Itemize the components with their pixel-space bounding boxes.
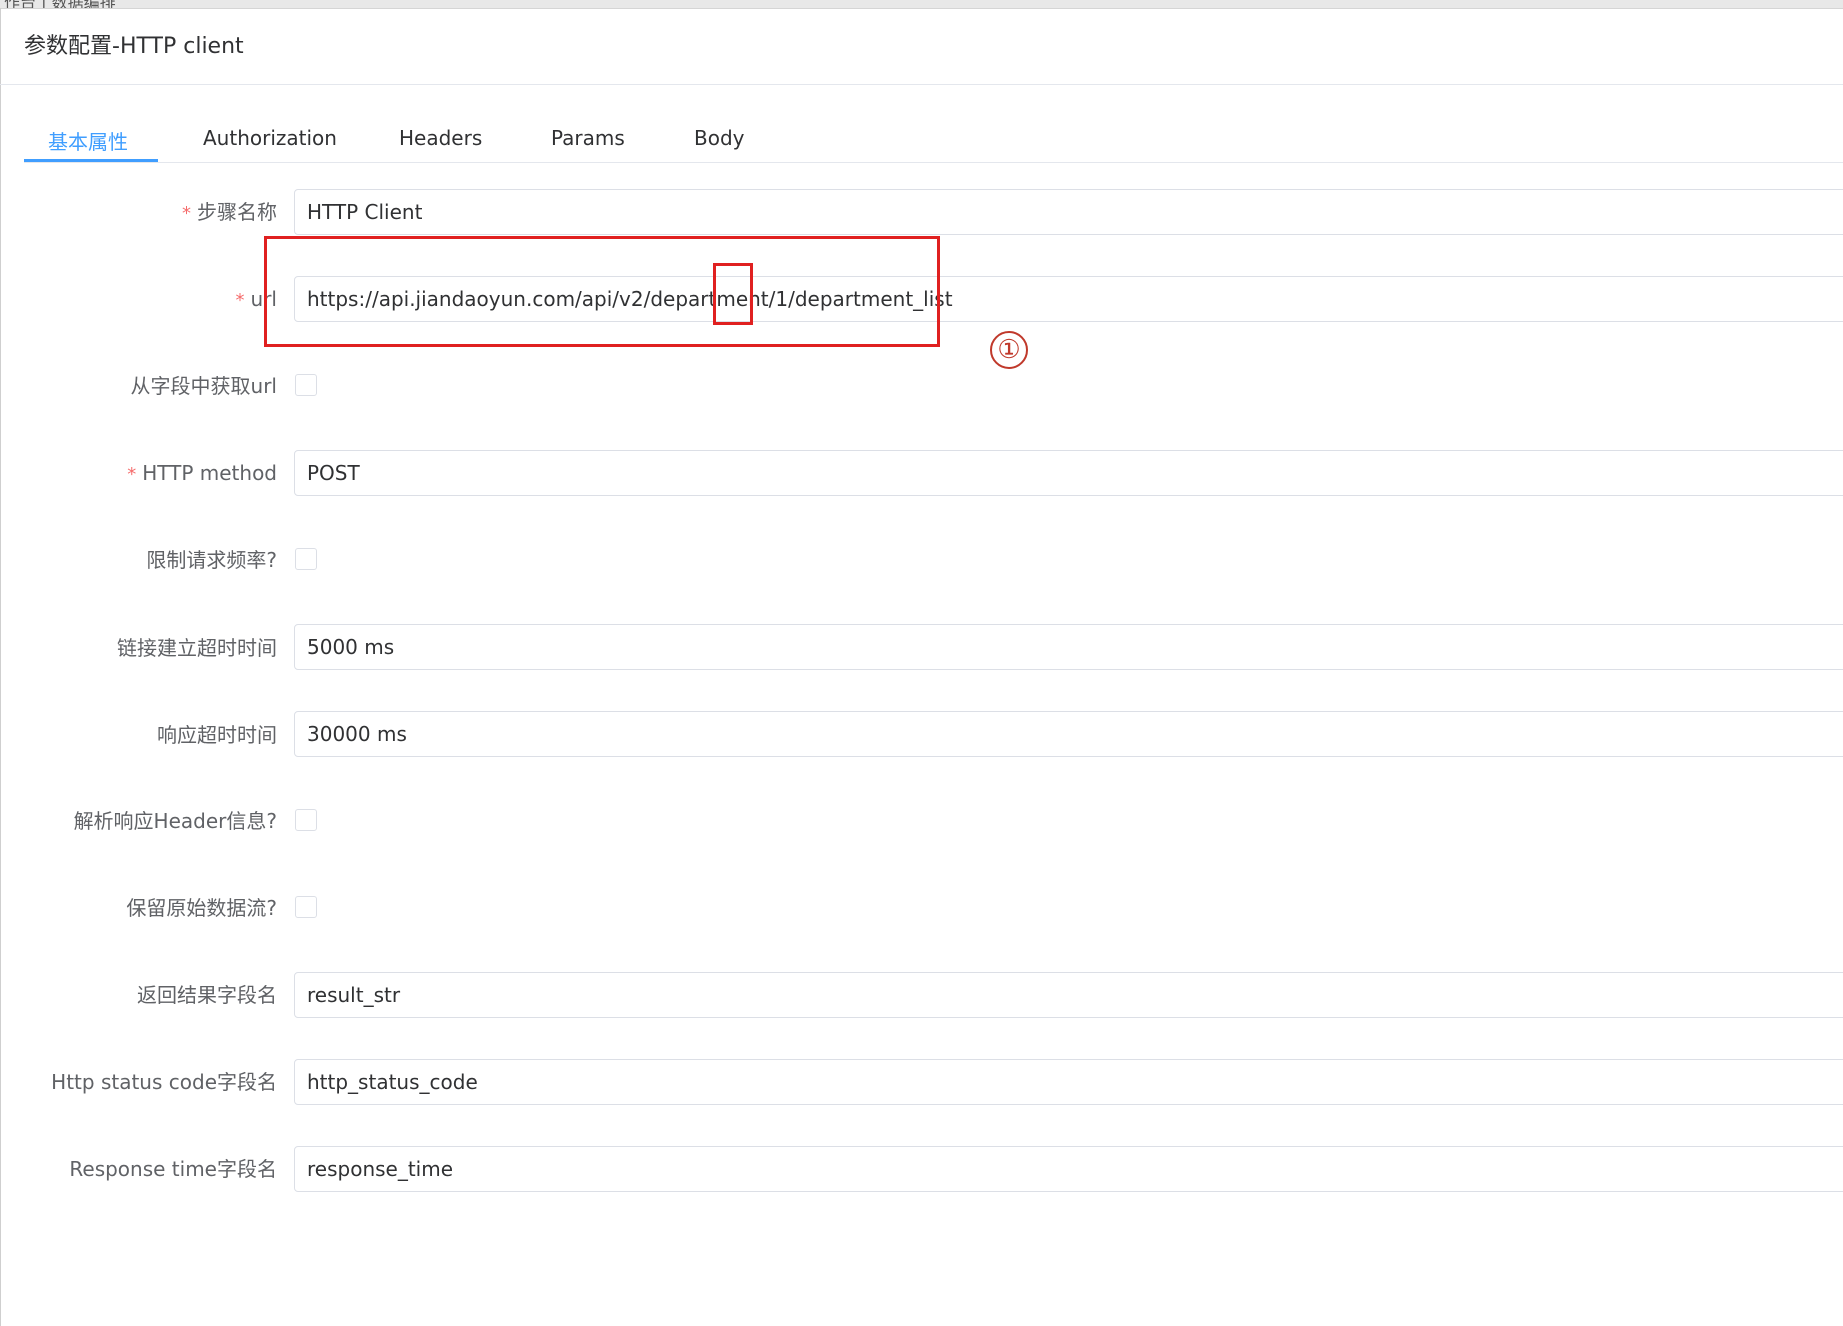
step-name-label: * 步骤名称	[182, 200, 277, 224]
url-highlight-box	[264, 236, 940, 347]
http-method-select[interactable]: POST	[294, 450, 1843, 496]
tab-basic-properties[interactable]: 基本属性	[48, 126, 128, 155]
tab-bar: 基本属性 Authorization Headers Params Body	[24, 112, 1843, 163]
response-time-field-label: Response time字段名	[69, 1157, 277, 1181]
response-time-field-input[interactable]: response_time	[294, 1146, 1843, 1192]
required-mark: *	[235, 290, 245, 311]
status-code-field-input[interactable]: http_status_code	[294, 1059, 1843, 1105]
keep-raw-stream-checkbox[interactable]	[295, 896, 317, 918]
connect-timeout-label: 链接建立超时时间	[117, 636, 277, 660]
tab-authorization[interactable]: Authorization	[203, 126, 337, 150]
top-breadcrumb-strip: 作台 | 数据编排	[0, 0, 1843, 9]
status-code-field-label: Http status code字段名	[51, 1070, 277, 1094]
limit-rate-checkbox[interactable]	[295, 548, 317, 570]
result-field-input[interactable]: result_str	[294, 972, 1843, 1018]
response-timeout-label: 响应超时时间	[157, 723, 277, 747]
keep-raw-stream-label: 保留原始数据流?	[126, 896, 277, 920]
response-timeout-input[interactable]: 30000 ms	[294, 711, 1843, 757]
required-mark: *	[127, 464, 137, 485]
http-method-label: * HTTP method	[127, 461, 277, 485]
connect-timeout-input[interactable]: 5000 ms	[294, 624, 1843, 670]
breadcrumb-text: 作台 | 数据编排	[4, 0, 116, 8]
annotation-marker: ①	[990, 331, 1028, 369]
step-name-input[interactable]: HTTP Client	[294, 189, 1843, 235]
title-divider	[0, 84, 1843, 85]
tab-body[interactable]: Body	[694, 126, 745, 150]
left-edge-line	[0, 8, 1, 1326]
parse-headers-checkbox[interactable]	[295, 809, 317, 831]
tab-params[interactable]: Params	[551, 126, 625, 150]
required-mark: *	[182, 203, 191, 224]
dialog-title: 参数配置-HTTP client	[24, 34, 244, 59]
parse-headers-label: 解析响应Header信息?	[73, 809, 277, 833]
active-tab-indicator	[24, 159, 158, 162]
result-field-label: 返回结果字段名	[137, 983, 277, 1007]
url-from-field-label: 从字段中获取url	[130, 374, 277, 398]
url-from-field-checkbox[interactable]	[295, 374, 317, 396]
url-segment-highlight-box	[713, 263, 753, 325]
limit-rate-label: 限制请求频率?	[146, 548, 277, 572]
tab-headers[interactable]: Headers	[399, 126, 482, 150]
